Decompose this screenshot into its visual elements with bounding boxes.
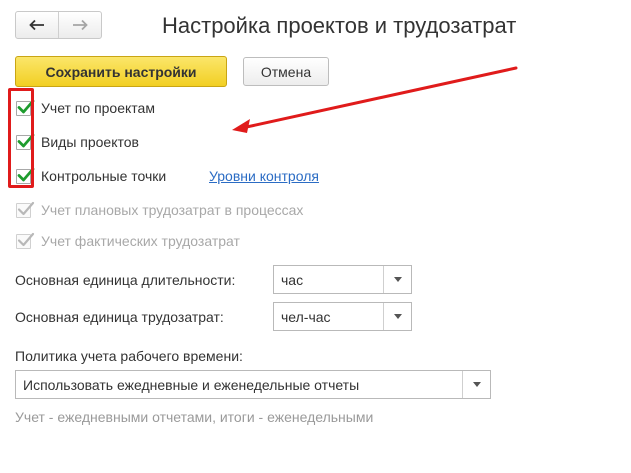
- control-levels-link[interactable]: Уровни контроля: [209, 168, 319, 184]
- dropdown-button[interactable]: [462, 371, 490, 398]
- labor-unit-select[interactable]: чел-час: [273, 302, 412, 331]
- actual-labor-label: Учет фактических трудозатрат: [41, 233, 240, 249]
- back-button[interactable]: [16, 12, 58, 38]
- duration-unit-select[interactable]: час: [273, 265, 412, 294]
- labor-unit-value: чел-час: [281, 308, 331, 325]
- save-settings-button[interactable]: Сохранить настройки: [15, 56, 227, 87]
- chevron-down-icon: [393, 277, 402, 282]
- history-nav: [15, 11, 102, 39]
- project-types-label: Виды проектов: [41, 134, 139, 150]
- forward-button[interactable]: [58, 12, 101, 38]
- page-title: Настройка проектов и трудозатрат: [162, 13, 517, 38]
- time-policy-label: Политика учета рабочего времени:: [15, 348, 243, 364]
- actual-labor-checkbox[interactable]: [16, 232, 35, 249]
- planned-labor-checkbox[interactable]: [16, 201, 35, 218]
- projects-accounting-label: Учет по проектам: [41, 100, 155, 116]
- chevron-down-icon: [393, 314, 402, 319]
- duration-unit-label: Основная единица длительности:: [15, 272, 236, 288]
- annotation-highlight-box: [8, 88, 34, 188]
- planned-labor-label: Учет плановых трудозатрат в процессах: [41, 202, 304, 218]
- checkmark-icon: [17, 201, 35, 216]
- dropdown-button[interactable]: [383, 303, 411, 330]
- annotation-arrow-icon: [232, 66, 518, 133]
- dropdown-button[interactable]: [383, 266, 411, 293]
- chevron-down-icon: [472, 382, 481, 387]
- labor-unit-label: Основная единица трудозатрат:: [15, 309, 224, 325]
- arrow-right-icon: [73, 19, 88, 31]
- duration-unit-value: час: [281, 271, 304, 288]
- checkmark-icon: [17, 232, 35, 247]
- time-policy-value: Использовать ежедневные и еженедельные о…: [23, 376, 360, 393]
- time-policy-hint: Учет - ежедневными отчетами, итоги - еже…: [15, 409, 374, 425]
- arrow-left-icon: [29, 19, 44, 31]
- checkpoints-label: Контрольные точки: [41, 168, 167, 184]
- time-policy-select[interactable]: Использовать ежедневные и еженедельные о…: [15, 370, 491, 399]
